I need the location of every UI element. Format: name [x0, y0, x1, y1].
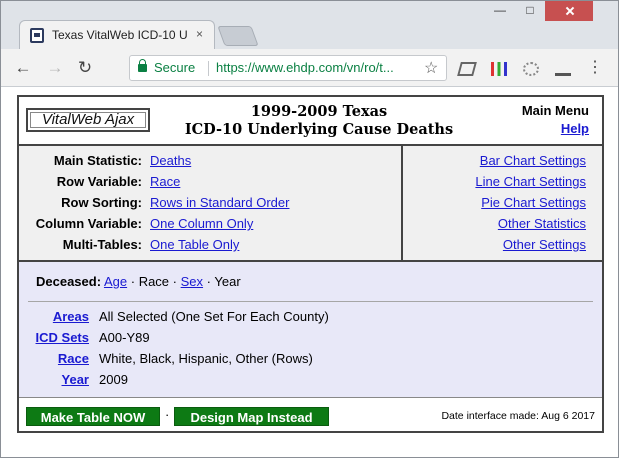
new-tab-button[interactable]: [217, 26, 259, 46]
action-footer: Make Table NOW · Design Map Instead Date…: [19, 397, 602, 431]
race-value: White, Black, Hispanic, Other (Rows): [99, 351, 313, 366]
extension-icon-1[interactable]: [457, 62, 477, 76]
year-value: 2009: [99, 372, 128, 387]
extension-icon-4[interactable]: [555, 62, 571, 76]
lock-icon: [138, 59, 147, 72]
extension-icon-3[interactable]: [523, 62, 539, 76]
brand-logo: VitalWeb Ajax: [26, 108, 150, 132]
app-header: VitalWeb Ajax 1999-2009 Texas ICD-10 Und…: [19, 97, 602, 146]
column-variable-link[interactable]: One Column Only: [150, 214, 253, 234]
line-chart-settings-link[interactable]: Line Chart Settings: [475, 172, 586, 192]
main-statistic-link[interactable]: Deaths: [150, 151, 191, 171]
make-table-button[interactable]: Make Table NOW: [26, 407, 160, 426]
icd-sets-link[interactable]: ICD Sets: [19, 328, 89, 348]
variable-year: Year: [214, 274, 241, 289]
setting-label: Row Variable:: [56, 174, 142, 189]
extension-icon-2[interactable]: [491, 62, 507, 76]
forward-arrow-icon[interactable]: →: [45, 58, 65, 78]
setting-label: Multi-Tables:: [62, 237, 142, 252]
race-link[interactable]: Race: [19, 349, 89, 369]
other-settings-link[interactable]: Other Settings: [503, 235, 586, 255]
reload-icon[interactable]: ↻: [75, 58, 95, 78]
pie-chart-settings-link[interactable]: Pie Chart Settings: [481, 193, 586, 213]
setting-label: Main Statistic:: [53, 153, 142, 168]
areas-value: All Selected (One Set For Each County): [99, 309, 329, 324]
bookmark-star-icon[interactable]: ☆: [424, 58, 438, 78]
variable-sex-link[interactable]: Sex: [181, 274, 203, 289]
icd-sets-value: A00-Y89: [99, 330, 150, 345]
vitalweb-app: VitalWeb Ajax 1999-2009 Texas ICD-10 Und…: [17, 95, 604, 433]
settings-panel: Main Statistic: Deaths Row Variable: Rac…: [19, 146, 602, 262]
separator-dot: ·: [172, 274, 178, 289]
title-line-2: ICD-10 Underlying Cause Deaths: [184, 121, 454, 138]
setting-row-multi-tables: Multi-Tables: One Table Only: [19, 235, 399, 255]
tab-strip: Texas VitalWeb ICD-10 U × — □: [1, 1, 618, 50]
date-made-text: Date interface made: Aug 6 2017: [441, 410, 595, 422]
close-window-icon[interactable]: [545, 1, 593, 21]
url-text[interactable]: https://www.ehdp.com/vn/ro/t...: [216, 60, 406, 75]
minimize-icon[interactable]: —: [485, 1, 515, 21]
year-link[interactable]: Year: [19, 370, 89, 390]
browser-window: Texas VitalWeb ICD-10 U × — □ ← → ↻ Secu…: [0, 0, 619, 458]
query-row-areas: Areas All Selected (One Set For Each Cou…: [19, 307, 599, 327]
deceased-label: Deceased:: [36, 274, 102, 289]
setting-row-row-variable: Row Variable: Race: [19, 172, 399, 192]
browser-tab[interactable]: Texas VitalWeb ICD-10 U ×: [19, 20, 215, 50]
variable-race: Race: [138, 274, 170, 289]
separator-dot: ·: [165, 407, 170, 422]
omnibox-divider: [208, 61, 209, 76]
page-title: 1999-2009 Texas ICD-10 Underlying Cause …: [169, 103, 469, 139]
separator-dot: ·: [206, 274, 212, 289]
help-link[interactable]: Help: [561, 121, 589, 136]
main-settings: Main Statistic: Deaths Row Variable: Rac…: [19, 146, 403, 260]
section-divider: [28, 301, 593, 302]
secure-label: Secure: [154, 60, 196, 75]
maximize-icon[interactable]: □: [515, 1, 545, 21]
browser-toolbar: ← → ↻ Secure https://www.ehdp.com/vn/ro/…: [1, 49, 618, 87]
favicon-icon: [30, 28, 44, 43]
design-map-button[interactable]: Design Map Instead: [174, 407, 329, 426]
query-panel: Deceased: Age · Race · Sex · Year Areas …: [19, 262, 602, 397]
tab-title: Texas VitalWeb ICD-10 U: [52, 28, 188, 42]
page-viewport: VitalWeb Ajax 1999-2009 Texas ICD-10 Und…: [1, 87, 618, 457]
query-row-icd-sets: ICD Sets A00-Y89: [19, 328, 599, 348]
setting-label: Column Variable:: [35, 216, 142, 231]
setting-label: Row Sorting:: [61, 195, 142, 210]
bar-chart-settings-link[interactable]: Bar Chart Settings: [480, 151, 586, 171]
setting-row-row-sorting: Row Sorting: Rows in Standard Order: [19, 193, 399, 213]
multi-tables-link[interactable]: One Table Only: [150, 235, 239, 255]
title-line-1: 1999-2009 Texas: [250, 103, 388, 120]
row-sorting-link[interactable]: Rows in Standard Order: [150, 193, 289, 213]
other-statistics-link[interactable]: Other Statistics: [498, 214, 586, 234]
query-row-year: Year 2009: [19, 370, 599, 390]
tab-close-icon[interactable]: ×: [196, 27, 203, 41]
back-arrow-icon[interactable]: ←: [13, 58, 33, 78]
row-variable-link[interactable]: Race: [150, 172, 180, 192]
deceased-variables: Deceased: Age · Race · Sex · Year: [36, 274, 241, 289]
main-menu-label[interactable]: Main Menu: [522, 103, 589, 118]
address-bar[interactable]: Secure https://www.ehdp.com/vn/ro/t... ☆: [129, 55, 447, 81]
variable-age-link[interactable]: Age: [104, 274, 127, 289]
query-row-race: Race White, Black, Hispanic, Other (Rows…: [19, 349, 599, 369]
areas-link[interactable]: Areas: [19, 307, 89, 327]
separator-dot: ·: [130, 274, 136, 289]
browser-menu-icon[interactable]: ⋮: [587, 58, 603, 78]
setting-row-main-statistic: Main Statistic: Deaths: [19, 151, 399, 171]
setting-row-column-variable: Column Variable: One Column Only: [19, 214, 399, 234]
